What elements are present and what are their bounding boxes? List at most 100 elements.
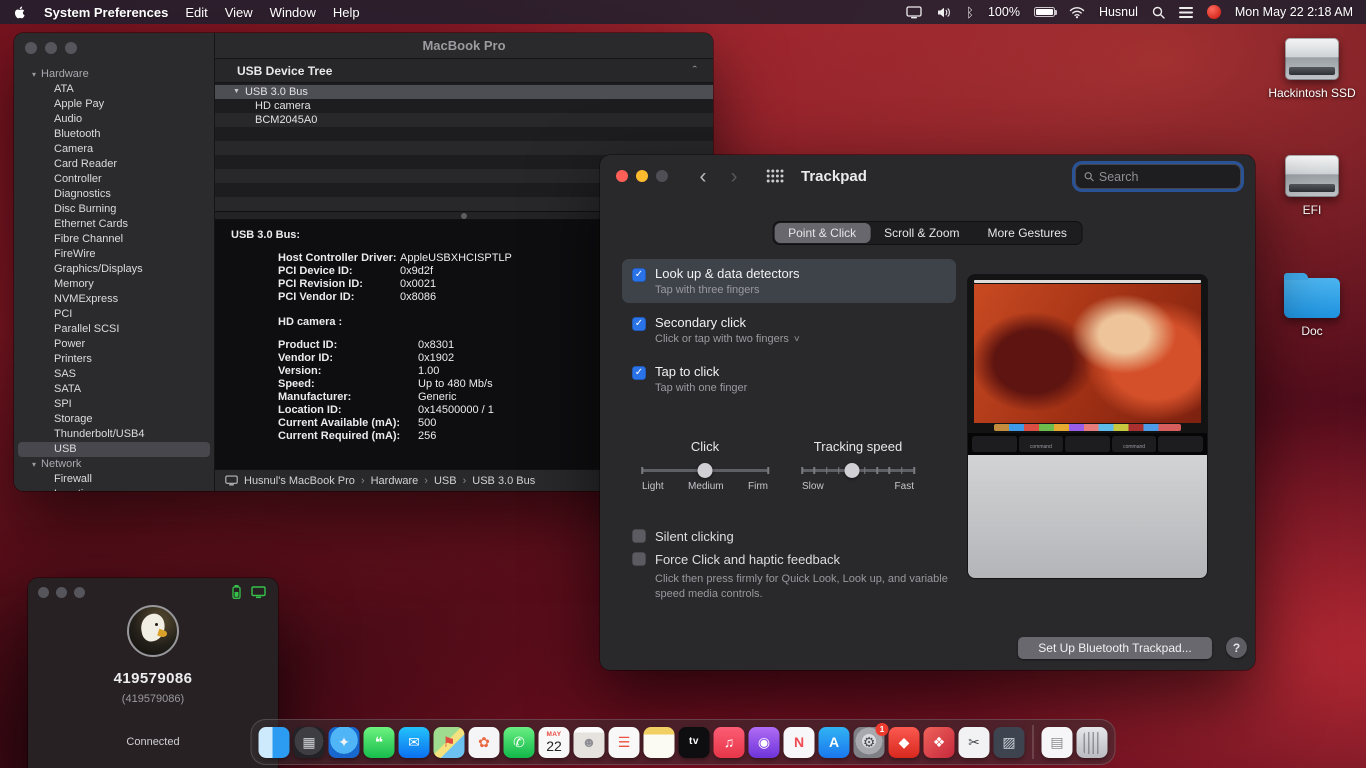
dock-system-preferences[interactable]: ⚙ 1 xyxy=(854,727,885,758)
sidebar-item[interactable]: Camera xyxy=(14,142,214,157)
menu-bar-item[interactable]: Window xyxy=(270,5,316,20)
sidebar-item[interactable]: Ethernet Cards xyxy=(14,217,214,232)
zoom-button[interactable] xyxy=(656,170,668,182)
zoom-button[interactable] xyxy=(65,42,77,54)
checkbox-force-click[interactable]: Force Click and haptic feedback Click th… xyxy=(632,552,972,603)
dock-textedit[interactable]: ▤ xyxy=(1042,727,1073,758)
apple-menu[interactable] xyxy=(13,5,27,20)
help-button[interactable]: ? xyxy=(1226,637,1247,658)
search-input[interactable] xyxy=(1099,170,1232,184)
bluetooth-menu-icon[interactable]: ᛒ xyxy=(966,6,974,19)
slider-track[interactable] xyxy=(642,463,768,478)
sidebar-section-hardware[interactable]: ▾ Hardware xyxy=(14,67,214,82)
option-tap-to-click[interactable]: ✓ Tap to click Tap with one finger xyxy=(622,357,956,401)
sidebar-item[interactable]: FireWire xyxy=(14,247,214,262)
checkbox[interactable]: ✓ xyxy=(632,317,646,331)
tab-point-and-click[interactable]: Point & Click xyxy=(774,223,870,243)
search-field[interactable] xyxy=(1075,164,1241,189)
sidebar-item[interactable]: Card Reader xyxy=(14,157,214,172)
dock-news[interactable]: N xyxy=(784,727,815,758)
checkbox[interactable] xyxy=(632,529,646,543)
slider-thumb[interactable] xyxy=(845,463,860,478)
sidebar-item[interactable]: Controller xyxy=(14,172,214,187)
spotlight-search-icon[interactable] xyxy=(1152,6,1165,19)
dock-safari[interactable]: ✦ xyxy=(329,727,360,758)
sidebar-item[interactable]: Graphics/Displays xyxy=(14,262,214,277)
dock-music[interactable]: ♫ xyxy=(714,727,745,758)
dock-podcasts[interactable]: ◉ xyxy=(749,727,780,758)
dock-app-crimson[interactable]: ❖ xyxy=(924,727,955,758)
checkbox[interactable]: ✓ xyxy=(632,366,646,380)
sidebar-item[interactable]: Diagnostics xyxy=(14,187,214,202)
user-menu-label[interactable]: Husnul xyxy=(1099,5,1138,19)
dock-reminders[interactable]: ☰ xyxy=(609,727,640,758)
breadcrumb-segment[interactable]: ›USB 3.0 Bus xyxy=(463,475,536,487)
sidebar-item-usb[interactable]: USB xyxy=(18,442,210,457)
sidebar-item[interactable]: PCI xyxy=(14,307,214,322)
sidebar-item[interactable]: Memory xyxy=(14,277,214,292)
menu-bar-item[interactable]: Help xyxy=(333,5,360,20)
sidebar-item[interactable]: Firewall xyxy=(14,472,214,487)
sidebar-item[interactable]: ATA xyxy=(14,82,214,97)
tree-row-bcm2045a0[interactable]: BCM2045A0 xyxy=(215,113,713,127)
tab-more-gestures[interactable]: More Gestures xyxy=(974,223,1081,243)
breadcrumb-segment[interactable]: ›USB xyxy=(424,475,456,487)
display-menu-icon[interactable] xyxy=(906,6,922,19)
checkbox-silent-clicking[interactable]: Silent clicking xyxy=(632,529,972,544)
minimize-button[interactable] xyxy=(636,170,648,182)
breadcrumb-segment[interactable]: Husnul's MacBook Pro xyxy=(244,475,355,487)
forward-button[interactable]: › xyxy=(727,166,741,187)
desktop-icon-hackintosh-ssd[interactable]: Hackintosh SSD xyxy=(1264,38,1360,101)
dock-finder[interactable] xyxy=(259,727,290,758)
dock-contacts[interactable]: ☻ xyxy=(574,727,605,758)
sidebar-item[interactable]: Apple Pay xyxy=(14,97,214,112)
sidebar-item[interactable]: SAS xyxy=(14,367,214,382)
sidebar-item[interactable]: Fibre Channel xyxy=(14,232,214,247)
tab-scroll-and-zoom[interactable]: Scroll & Zoom xyxy=(870,223,973,243)
checkbox[interactable] xyxy=(632,552,646,566)
sidebar-item[interactable]: Bluetooth xyxy=(14,127,214,142)
desktop-icon-doc[interactable]: Doc xyxy=(1264,272,1360,339)
close-button[interactable] xyxy=(25,42,37,54)
dock-photos[interactable]: ✿ xyxy=(469,727,500,758)
menu-extras-icon[interactable] xyxy=(1179,7,1193,18)
dock-clips[interactable]: ✂ xyxy=(959,727,990,758)
battery-icon[interactable] xyxy=(1034,7,1055,17)
sidebar-item[interactable]: Storage xyxy=(14,412,214,427)
slider-thumb[interactable] xyxy=(698,463,713,478)
close-button[interactable] xyxy=(38,587,49,598)
minimize-button[interactable] xyxy=(56,587,67,598)
wifi-menu-icon[interactable] xyxy=(1069,6,1085,19)
chevron-down-icon[interactable]: ˅ xyxy=(794,334,800,345)
sidebar-section-network[interactable]: ▾ Network xyxy=(14,457,214,472)
dock-launchpad[interactable]: ▦ xyxy=(294,727,325,758)
disclosure-triangle-icon[interactable]: ▼ xyxy=(233,85,240,99)
sidebar-item[interactable]: NVMExpress xyxy=(14,292,214,307)
slider-track[interactable] xyxy=(802,463,914,478)
app-menu-title[interactable]: System Preferences xyxy=(44,5,168,20)
dock-notes[interactable] xyxy=(644,727,675,758)
checkbox[interactable]: ✓ xyxy=(632,268,646,282)
sidebar-item[interactable]: Power xyxy=(14,337,214,352)
dock-calendar[interactable]: MAY22 xyxy=(539,727,570,758)
option-look-up-data-detectors[interactable]: ✓ Look up & data detectors Tap with thre… xyxy=(622,259,956,303)
sidebar-item[interactable]: SPI xyxy=(14,397,214,412)
sidebar-item[interactable]: Printers xyxy=(14,352,214,367)
collapse-chevron-icon[interactable]: ˆ xyxy=(693,63,697,78)
show-all-grid-icon[interactable] xyxy=(766,169,784,183)
back-button[interactable]: ‹ xyxy=(696,166,710,187)
tree-row-usb-3-bus[interactable]: ▼ USB 3.0 Bus xyxy=(215,85,713,99)
tree-row[interactable] xyxy=(215,141,713,155)
tree-row-hd-camera[interactable]: HD camera xyxy=(215,99,713,113)
sidebar-item[interactable]: Locations xyxy=(14,487,214,491)
minimize-button[interactable] xyxy=(45,42,57,54)
sidebar-item[interactable]: Disc Burning xyxy=(14,202,214,217)
clock-label[interactable]: Mon May 22 2:18 AM xyxy=(1235,5,1353,19)
sidebar-item[interactable]: Thunderbolt/USB4 xyxy=(14,427,214,442)
dock-trash[interactable] xyxy=(1077,727,1108,758)
option-secondary-click[interactable]: ✓ Secondary click Click or tap with two … xyxy=(622,308,956,352)
dock-app-red[interactable]: ◆ xyxy=(889,727,920,758)
sidebar-item[interactable]: Audio xyxy=(14,112,214,127)
dock-app-store[interactable]: A xyxy=(819,727,850,758)
dock-messages[interactable]: ❝ xyxy=(364,727,395,758)
